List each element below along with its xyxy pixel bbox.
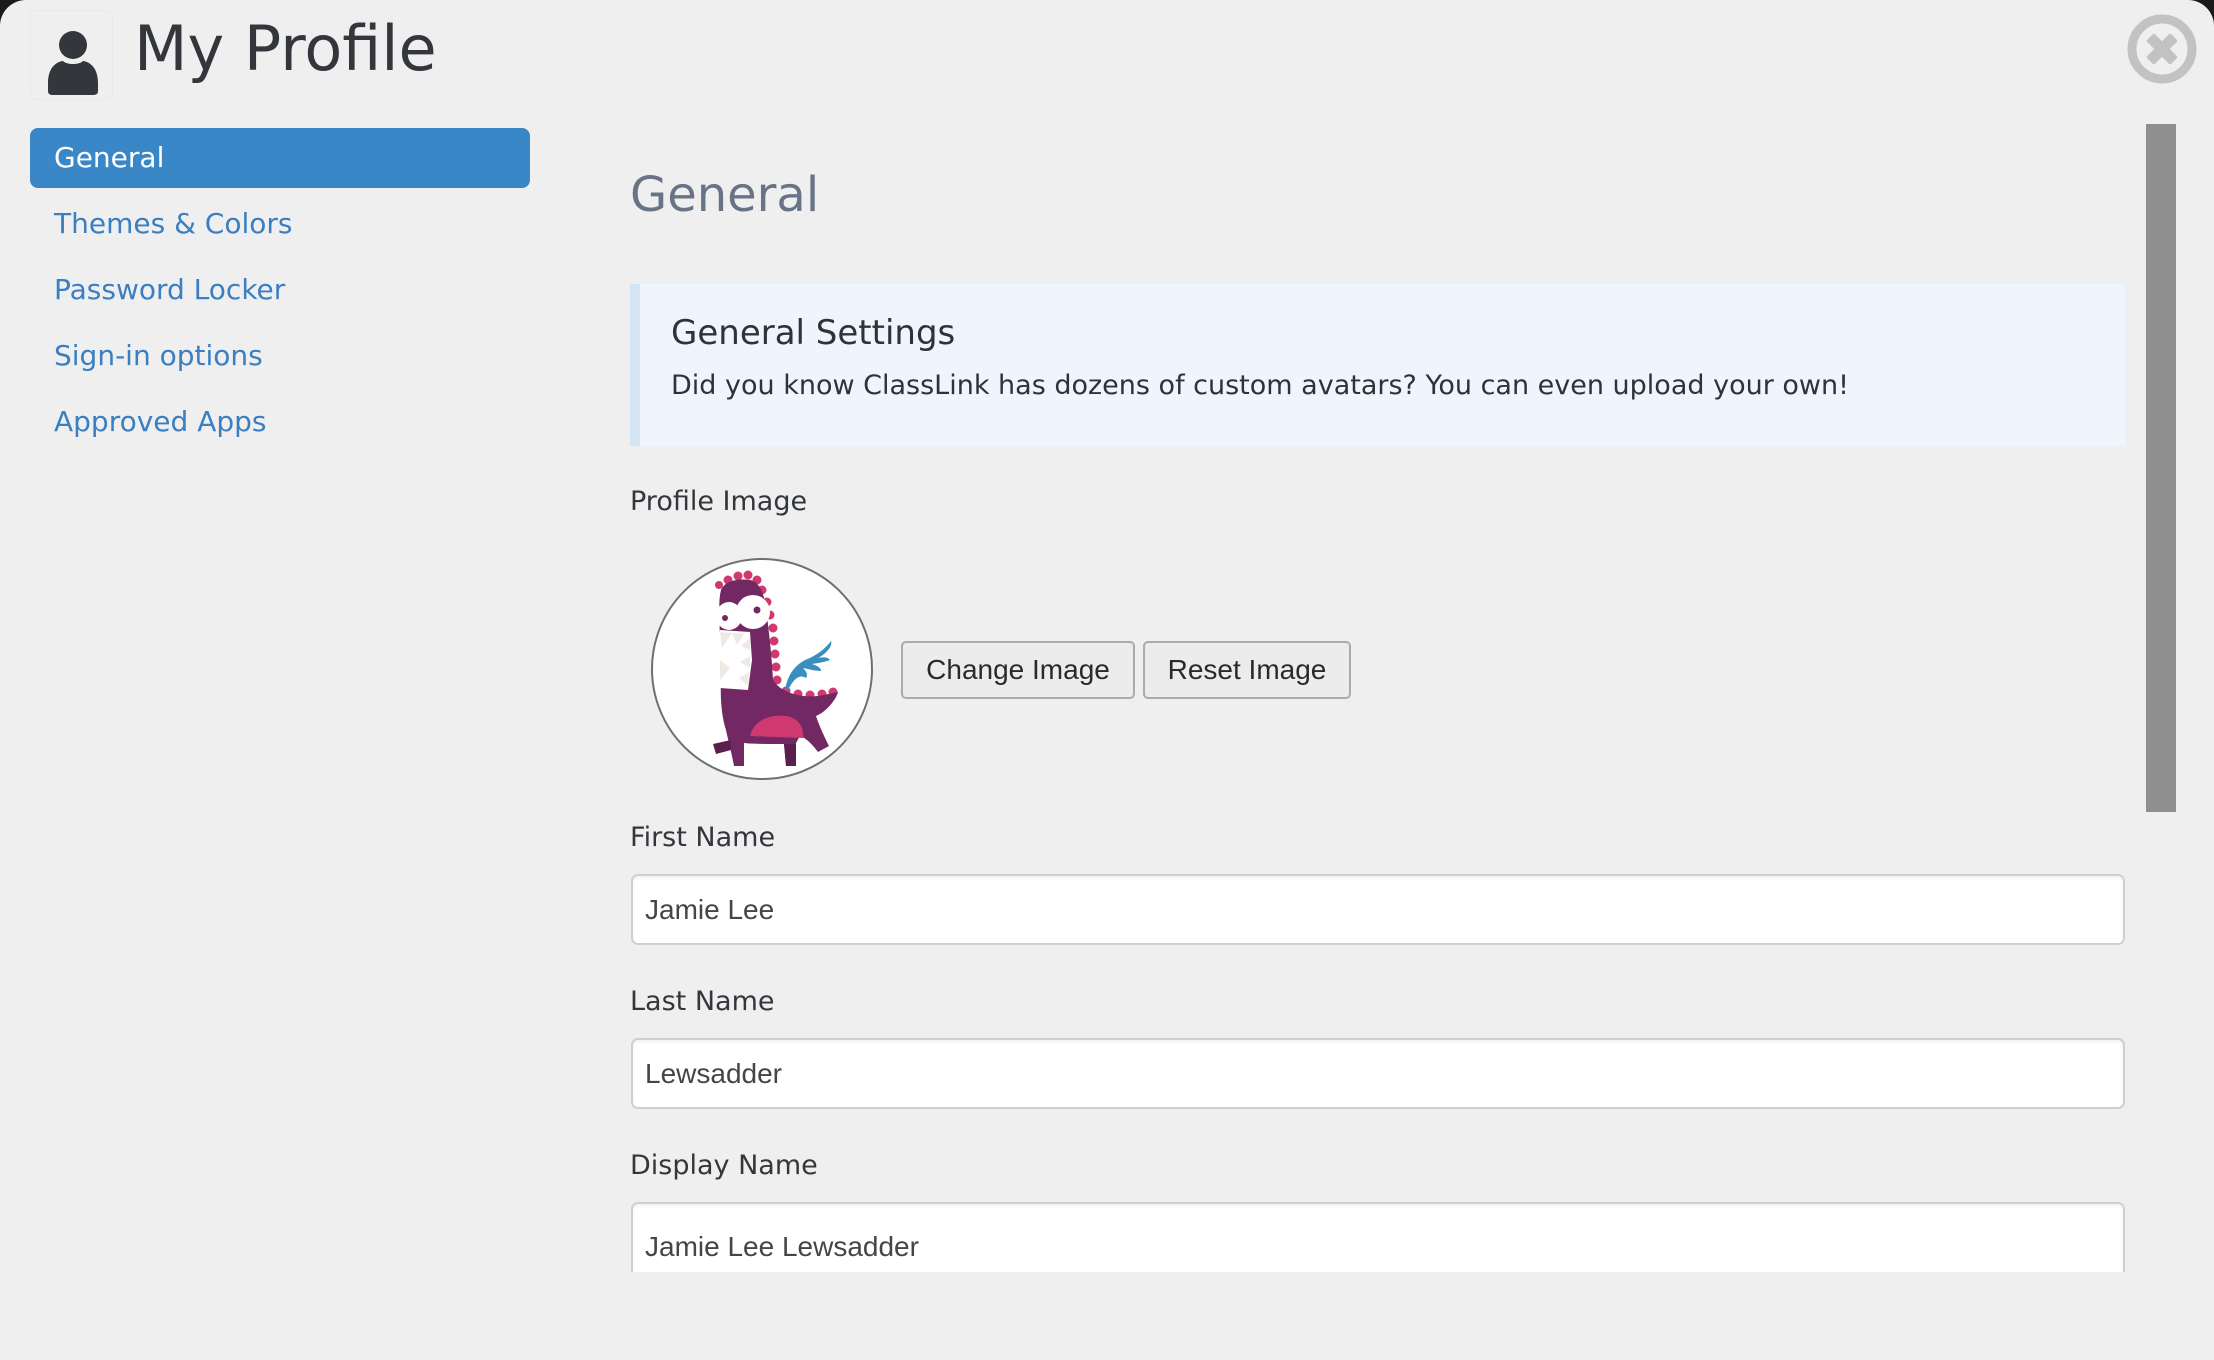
change-image-button[interactable]: Change Image <box>901 641 1135 699</box>
first-name-label: First Name <box>630 822 776 853</box>
close-button[interactable] <box>2127 14 2197 84</box>
reset-image-button[interactable]: Reset Image <box>1143 641 1351 699</box>
close-circle-icon <box>2127 14 2197 84</box>
purple-dinosaur-avatar-icon <box>713 570 838 766</box>
sidebar-item-general[interactable]: General <box>30 128 530 188</box>
profile-modal: My Profile General Themes & Colors Passw… <box>0 0 2214 1360</box>
avatar <box>651 558 873 780</box>
first-name-field[interactable] <box>631 874 2125 945</box>
user-icon <box>48 31 98 95</box>
sidebar-nav: General Themes & Colors Password Locker … <box>30 128 530 458</box>
profile-image-label: Profile Image <box>630 486 808 517</box>
content-clip <box>0 1272 2214 1360</box>
page-title: My Profile <box>134 12 437 85</box>
last-name-field[interactable] <box>631 1038 2125 1109</box>
last-name-label: Last Name <box>630 986 775 1017</box>
sidebar-item-sign-in-options[interactable]: Sign-in options <box>30 326 530 386</box>
sidebar-item-themes-colors[interactable]: Themes & Colors <box>30 194 530 254</box>
section-title: General <box>630 167 820 223</box>
info-callout: General Settings Did you know ClassLink … <box>630 284 2125 446</box>
profile-icon-box <box>30 10 113 100</box>
scrollbar-thumb[interactable] <box>2146 124 2176 812</box>
display-name-label: Display Name <box>630 1150 818 1181</box>
info-text: Did you know ClassLink has dozens of cus… <box>671 370 1849 401</box>
sidebar-item-password-locker[interactable]: Password Locker <box>30 260 530 320</box>
info-title: General Settings <box>671 313 956 353</box>
sidebar-item-approved-apps[interactable]: Approved Apps <box>30 392 530 452</box>
